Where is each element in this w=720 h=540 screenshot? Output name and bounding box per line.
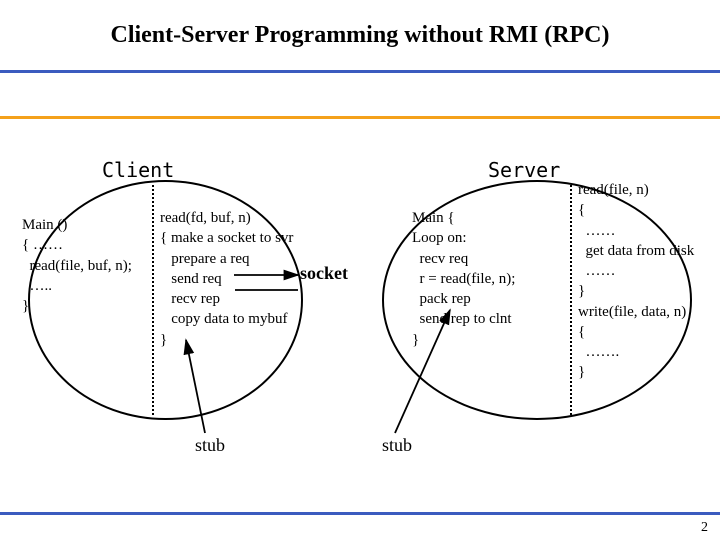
server-main-code: Main { Loop on: recv req r = read(file, … [412, 208, 515, 350]
client-stub-code: read(fd, buf, n) { make a socket to svr … [160, 208, 293, 350]
diagram-stage: Client Server Main () { …… read(file, bu… [0, 150, 720, 500]
socket-label: socket [300, 263, 348, 284]
client-main-code: Main () { …… read(file, buf, n); ….. } [22, 215, 132, 316]
page-number: 2 [701, 520, 708, 536]
server-read-code: read(file, n) { …… get data from disk ……… [578, 180, 694, 383]
server-partition-line [570, 185, 572, 415]
stub-label-server: stub [382, 435, 412, 456]
bottom-divider [0, 512, 720, 515]
client-label: Client [102, 158, 174, 182]
stub-label-client: stub [195, 435, 225, 456]
slide-title: Client-Server Programming without RMI (R… [0, 0, 720, 49]
top-divider [0, 70, 720, 73]
client-partition-line [152, 185, 154, 415]
server-label: Server [488, 158, 560, 182]
accent-divider [0, 116, 720, 119]
